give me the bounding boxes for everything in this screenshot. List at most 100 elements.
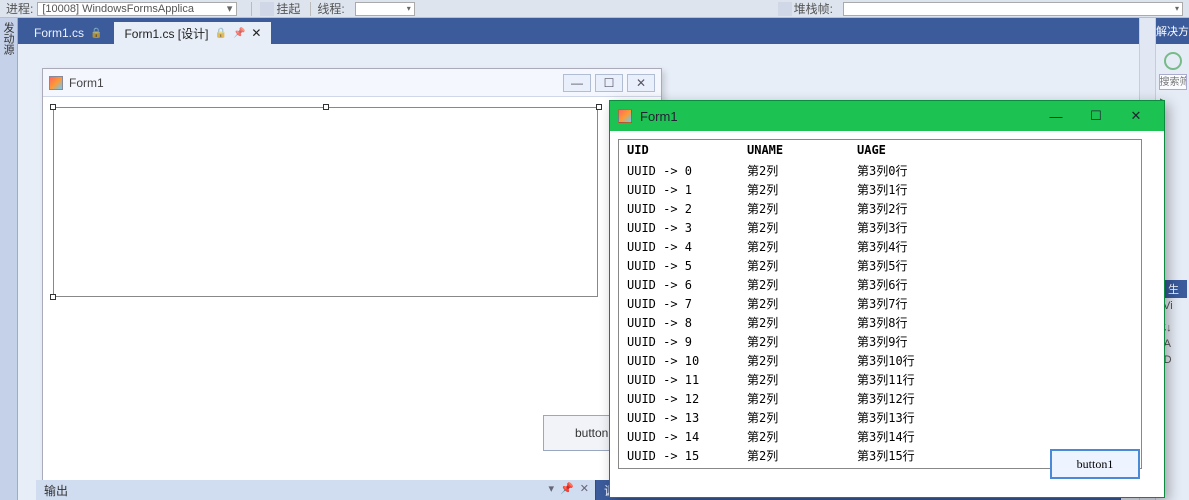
designer-form-title: Form1 — [69, 76, 559, 90]
table-row[interactable]: UUID -> 10第2列第3列10行 — [619, 351, 1141, 370]
table-cell: 第2列 — [739, 199, 849, 218]
table-row[interactable]: UUID -> 1第2列第3列1行 — [619, 180, 1141, 199]
maximize-button[interactable]: ☐ — [1076, 101, 1116, 131]
refresh-icon[interactable] — [1164, 52, 1182, 70]
table-cell: UUID -> 14 — [619, 427, 739, 446]
table-cell: 第2列 — [739, 161, 849, 181]
table-row[interactable]: UUID -> 14第2列第3列14行 — [619, 427, 1141, 446]
col-uname[interactable]: UNAME — [739, 140, 849, 161]
stackframe-label: 堆栈帧: — [794, 0, 833, 17]
runwin-client-area: UID UNAME UAGE UUID -> 0第2列第3列0行UUID -> … — [610, 131, 1164, 497]
table-row[interactable]: UUID -> 13第2列第3列13行 — [619, 408, 1141, 427]
table-row[interactable]: UUID -> 0第2列第3列0行 — [619, 161, 1141, 181]
lock-icon: 🔒 — [90, 28, 102, 39]
output-panel-tab[interactable]: 输出 ▾ 📌 ✕ — [36, 480, 596, 500]
close-icon[interactable]: ✕ — [251, 26, 261, 40]
table-cell: 第2列 — [739, 275, 849, 294]
table-cell: 第2列 — [739, 237, 849, 256]
table-cell: 第2列 — [739, 389, 849, 408]
close-icon[interactable]: ✕ — [580, 482, 589, 495]
running-form1-window[interactable]: Form1 — ☐ ✕ UID UNAME UAGE UUID -> 0第2列第… — [609, 100, 1165, 498]
table-cell: 第3列5行 — [849, 256, 1141, 275]
thread-label: 线程: — [317, 0, 344, 17]
table-cell: 第2列 — [739, 294, 849, 313]
table-cell: 第2列 — [739, 465, 849, 469]
tab-form1-design[interactable]: Form1.cs [设计] 🔒 📌 ✕ — [114, 22, 271, 44]
table-row[interactable]: UUID -> 4第2列第3列4行 — [619, 237, 1141, 256]
close-button[interactable]: ✕ — [627, 74, 655, 92]
table-cell: UUID -> 13 — [619, 408, 739, 427]
table-row[interactable]: UUID -> 7第2列第3列7行 — [619, 294, 1141, 313]
resize-handle[interactable] — [596, 104, 602, 110]
table-row[interactable]: UUID -> 2第2列第3列2行 — [619, 199, 1141, 218]
table-cell: 第3列14行 — [849, 427, 1141, 446]
table-row[interactable]: UUID -> 5第2列第3列5行 — [619, 256, 1141, 275]
designer-form-window[interactable]: Form1 — ☐ ✕ button1 — [42, 68, 662, 500]
pin-icon[interactable]: 📌 — [233, 28, 245, 39]
search-input[interactable] — [1159, 74, 1187, 90]
table-cell: 第2列 — [739, 408, 849, 427]
table-cell: UUID -> 1 — [619, 180, 739, 199]
chevron-down-icon[interactable]: ▾ — [549, 482, 555, 495]
process-label: 进程: — [6, 0, 33, 17]
table-cell: 第2列 — [739, 256, 849, 275]
table-cell: 第3列11行 — [849, 370, 1141, 389]
minimize-button[interactable]: — — [563, 74, 591, 92]
resize-handle[interactable] — [50, 104, 56, 110]
table-cell: 第2列 — [739, 370, 849, 389]
lock-icon: 🔒 — [214, 28, 226, 39]
left-toolbox-gutter[interactable]: 发动源 — [0, 18, 18, 500]
designer-listview-control[interactable] — [53, 107, 598, 297]
app-icon — [618, 109, 632, 123]
stackframe-dropdown[interactable]: ▾ — [843, 2, 1183, 16]
table-cell: UUID -> 3 — [619, 218, 739, 237]
button1[interactable]: button1 — [1050, 449, 1140, 479]
table-row[interactable]: UUID -> 8第2列第3列8行 — [619, 313, 1141, 332]
minimize-button[interactable]: — — [1036, 101, 1076, 131]
table-cell: UUID -> 2 — [619, 199, 739, 218]
resize-handle[interactable] — [323, 104, 329, 110]
lifecycle-icon[interactable] — [260, 2, 274, 16]
table-row[interactable]: UUID -> 11第2列第3列11行 — [619, 370, 1141, 389]
suspend-label: 挂起 — [276, 0, 300, 17]
designer-client-area[interactable]: button1 — [43, 97, 661, 500]
table-row[interactable]: UUID -> 3第2列第3列3行 — [619, 218, 1141, 237]
tab-label: Form1.cs [设计] — [124, 25, 208, 42]
thread-dropdown[interactable]: ▾ — [355, 2, 415, 16]
table-cell: UUID -> 15 — [619, 446, 739, 465]
maximize-button[interactable]: ☐ — [595, 74, 623, 92]
table-row[interactable]: UUID -> 12第2列第3列12行 — [619, 389, 1141, 408]
table-cell: 第2列 — [739, 351, 849, 370]
col-uage[interactable]: UAGE — [849, 140, 1141, 161]
stackframe-icon[interactable] — [778, 2, 792, 16]
close-button[interactable]: ✕ — [1116, 101, 1156, 131]
table-cell: 第2列 — [739, 180, 849, 199]
solution-explorer-header: 解决方 — [1156, 18, 1189, 44]
table-cell: 第3列8行 — [849, 313, 1141, 332]
listview[interactable]: UID UNAME UAGE UUID -> 0第2列第3列0行UUID -> … — [618, 139, 1142, 469]
table-row[interactable]: UUID -> 9第2列第3列9行 — [619, 332, 1141, 351]
pin-icon[interactable]: 📌 — [560, 482, 574, 495]
table-cell: UUID -> 12 — [619, 389, 739, 408]
chevron-down-icon: ▾ — [227, 2, 233, 15]
separator — [251, 2, 252, 16]
table-cell: 第3列4行 — [849, 237, 1141, 256]
table-cell: 第2列 — [739, 332, 849, 351]
table-cell: UUID -> 8 — [619, 313, 739, 332]
tab-form1-cs[interactable]: Form1.cs 🔒 — [24, 22, 112, 44]
col-uid[interactable]: UID — [619, 140, 739, 161]
table-cell: 第2列 — [739, 218, 849, 237]
table-cell: 第2列 — [739, 446, 849, 465]
app-icon — [49, 76, 63, 90]
table-cell: 第3列13行 — [849, 408, 1141, 427]
process-dropdown[interactable]: [10008] WindowsFormsApplica ▾ — [37, 2, 237, 16]
document-tab-strip: Form1.cs 🔒 Form1.cs [设计] 🔒 📌 ✕ ▾ — [18, 18, 1155, 44]
tab-label: Form1.cs — [34, 26, 84, 40]
table-cell: 第2列 — [739, 427, 849, 446]
table-cell: UUID -> 7 — [619, 294, 739, 313]
table-row[interactable]: UUID -> 6第2列第3列6行 — [619, 275, 1141, 294]
resize-handle[interactable] — [50, 294, 56, 300]
table-cell: UUID -> 9 — [619, 332, 739, 351]
runwin-titlebar[interactable]: Form1 — ☐ ✕ — [610, 101, 1164, 131]
table-cell: 第2列 — [739, 313, 849, 332]
